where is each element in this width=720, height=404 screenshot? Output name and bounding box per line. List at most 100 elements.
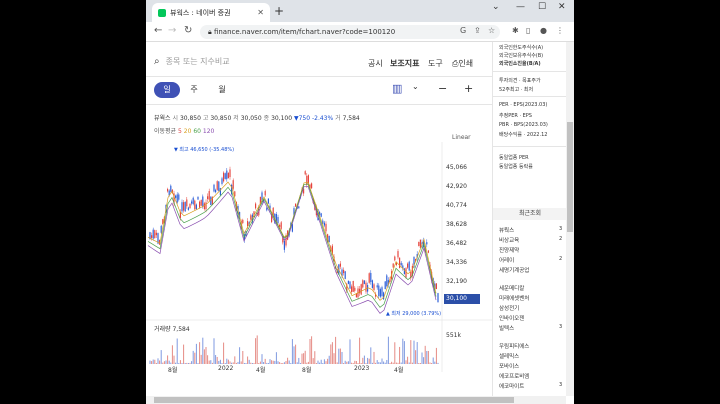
- candle-body: [323, 222, 325, 226]
- candle-body: [339, 263, 341, 267]
- back-icon[interactable]: ←: [154, 25, 162, 36]
- price-chart[interactable]: [146, 142, 492, 372]
- scroll-thumb[interactable]: [567, 122, 573, 232]
- recent-item[interactable]: 세운메디칼: [499, 284, 524, 292]
- candle-icon[interactable]: ▥: [392, 82, 402, 95]
- volume-bar: [352, 362, 354, 364]
- candle-body: [199, 201, 201, 208]
- volume-bar: [183, 344, 185, 364]
- minus-icon[interactable]: −: [438, 82, 447, 95]
- volume-bar: [267, 362, 269, 364]
- recent-item[interactable]: 비상교육: [499, 236, 519, 244]
- recent-item[interactable]: 미래에셋벤처: [499, 294, 529, 302]
- forward-icon[interactable]: →: [168, 25, 176, 36]
- chevron-down-icon[interactable]: ⌄: [412, 82, 419, 91]
- puzzle-icon[interactable]: ✱: [512, 26, 519, 35]
- volume-bar: [322, 362, 324, 364]
- volume-bar: [216, 356, 218, 364]
- stock-name: 뷰웍스: [154, 115, 171, 122]
- recent-item[interactable]: 삼성전기: [499, 304, 519, 312]
- recent-item[interactable]: 어레이: [499, 256, 514, 264]
- recent-item[interactable]: 세명기계공업: [499, 266, 529, 274]
- volume-bar: [171, 345, 173, 364]
- vertical-scrollbar[interactable]: [566, 42, 574, 396]
- menu-disclosure[interactable]: 공시: [368, 58, 383, 69]
- y-tick: 36,482: [446, 240, 467, 247]
- volume-bar: [167, 355, 169, 364]
- volume-bar: [343, 363, 345, 364]
- volume-bar: [408, 362, 410, 364]
- recent-item[interactable]: 진양제약: [499, 246, 519, 254]
- tab-strip: 뷰웍스 : 네이버 증권 ✕ + ⌄ — ☐ ✕: [146, 0, 574, 22]
- volume-bar: [275, 352, 277, 364]
- volume-bar: [240, 361, 242, 364]
- info-line: PER · EPS(2023.03): [499, 102, 548, 108]
- menu-tools[interactable]: 도구: [428, 58, 443, 69]
- volume-bar: [394, 342, 396, 364]
- star-icon[interactable]: ☆: [488, 26, 495, 35]
- volume-bar: [368, 358, 370, 364]
- new-tab-button[interactable]: +: [274, 4, 284, 18]
- volume-bar: [280, 362, 282, 364]
- menu-indicators[interactable]: 보조지표: [390, 58, 419, 69]
- volume-bar: [298, 357, 300, 364]
- profile-icon[interactable]: ●: [540, 26, 547, 35]
- menu-icon[interactable]: ⋮: [556, 26, 564, 35]
- volume-bar: [159, 360, 161, 364]
- close-window-button[interactable]: ✕: [558, 2, 566, 12]
- recent-item[interactable]: 뷰웍스: [499, 226, 514, 234]
- scroll-thumb[interactable]: [154, 397, 514, 403]
- open-label: 시: [172, 115, 179, 122]
- recent-item[interactable]: 우림피티에스: [499, 342, 529, 350]
- plus-icon[interactable]: +: [464, 82, 473, 95]
- maximize-button[interactable]: ☐: [538, 2, 546, 12]
- candle-body: [213, 184, 215, 192]
- volume-bar: [344, 360, 346, 364]
- divider: [146, 104, 492, 105]
- volume-bar: [426, 350, 428, 364]
- x-tick: 4월: [256, 367, 266, 374]
- chevron-down-icon[interactable]: ⌄: [492, 2, 500, 12]
- google-icon[interactable]: G: [460, 26, 466, 35]
- volume-bar: [211, 362, 213, 364]
- volume-bar: [370, 347, 372, 364]
- close-tab-icon[interactable]: ✕: [257, 8, 264, 17]
- candle-body: [352, 280, 354, 292]
- sidepanel-icon[interactable]: ▯: [526, 26, 530, 35]
- candle-body: [280, 222, 282, 229]
- browser-tab[interactable]: 뷰웍스 : 네이버 증권 ✕: [152, 3, 270, 22]
- refresh-icon[interactable]: ↻: [184, 25, 192, 36]
- volume-bar: [304, 350, 306, 364]
- scale-select[interactable]: Linear: [452, 134, 471, 141]
- candle-body: [226, 170, 228, 180]
- recent-item[interactable]: 에코프로비엠: [499, 372, 529, 380]
- stock-search[interactable]: ⌕ 종목 또는 지수비교: [154, 56, 230, 67]
- candle-body: [207, 196, 209, 199]
- minimize-button[interactable]: —: [516, 2, 525, 12]
- period-day[interactable]: 일: [154, 82, 180, 98]
- url-field[interactable]: 🔒︎ finance.naver.com/item/fchart.naver?c…: [200, 25, 500, 39]
- volume-max: 551k: [446, 332, 461, 339]
- low-annotation: ▲ 최저 29,000 (3.79%): [386, 311, 442, 317]
- x-tick: 8월: [302, 367, 312, 374]
- candle-body: [360, 284, 362, 295]
- volume-bar: [224, 362, 226, 364]
- recent-item[interactable]: 에코마이트: [499, 382, 524, 390]
- candle-body: [365, 282, 367, 292]
- recent-item[interactable]: 포바이스: [499, 362, 519, 370]
- recent-item[interactable]: 인바이오젠: [499, 314, 524, 322]
- horizontal-scrollbar[interactable]: [146, 396, 566, 404]
- volume-bar: [247, 356, 249, 364]
- recent-item[interactable]: 빌텍스: [499, 324, 514, 332]
- period-week[interactable]: 주: [186, 82, 202, 98]
- volume-bar: [384, 362, 386, 364]
- recent-item[interactable]: 셀레믹스: [499, 352, 519, 360]
- print-button[interactable]: ⎙인쇄: [452, 58, 473, 69]
- volume-bar: [296, 362, 298, 364]
- period-month[interactable]: 월: [214, 82, 230, 98]
- current-price-tag: 30,100: [444, 294, 480, 304]
- candle-body: [195, 204, 197, 209]
- ma-120: 120: [202, 128, 215, 135]
- volume-bar: [162, 362, 164, 364]
- share-icon[interactable]: ⇪: [474, 26, 481, 35]
